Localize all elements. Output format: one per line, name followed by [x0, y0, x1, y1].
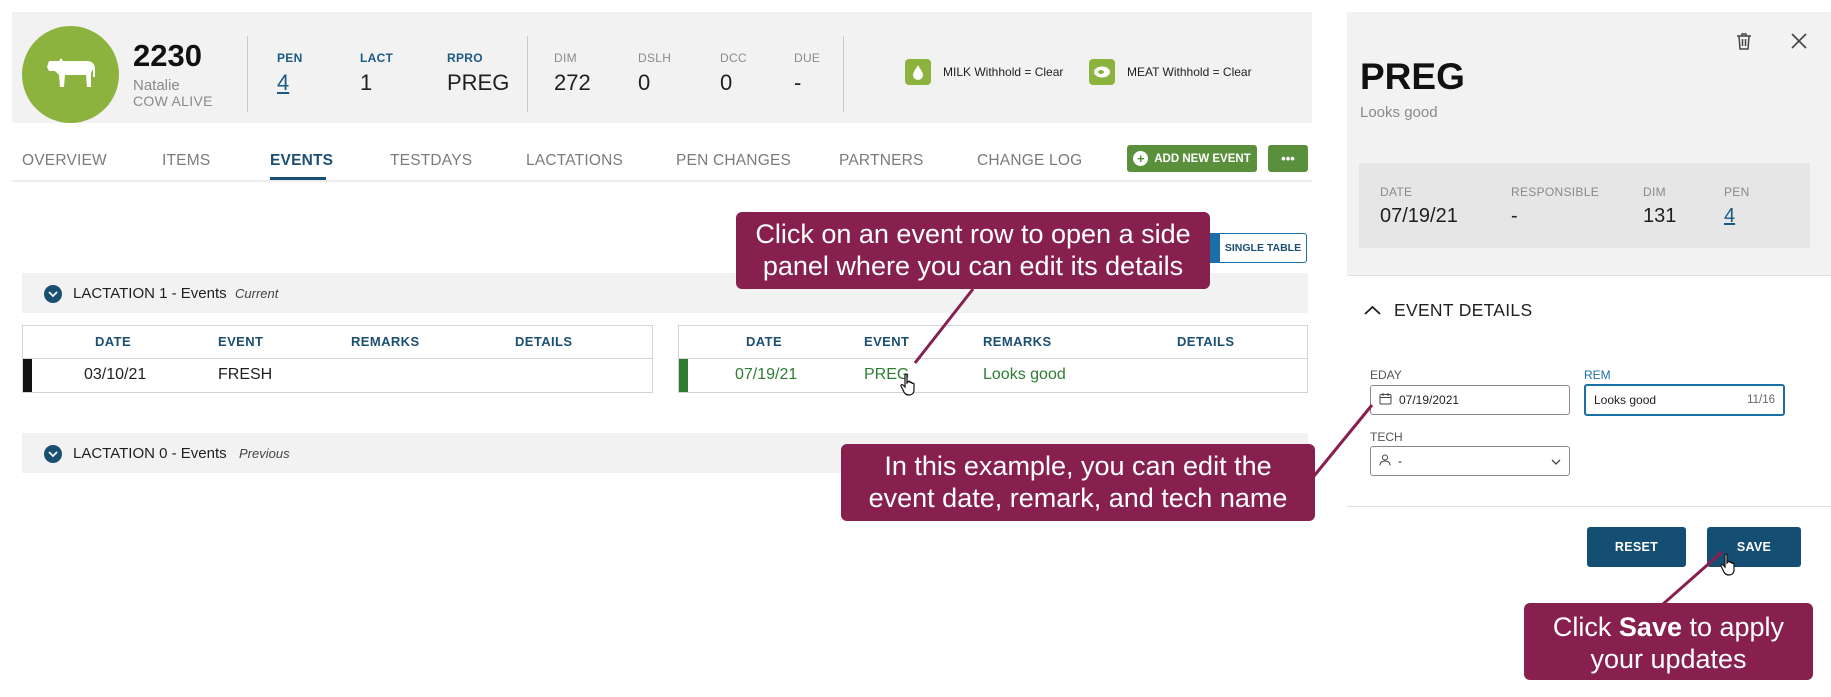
rem-char-counter: 11/16	[1747, 394, 1775, 406]
panel-responsible-label: RESPONSIBLE	[1511, 185, 1599, 199]
divider	[843, 36, 844, 112]
calendar-icon	[1379, 392, 1392, 408]
panel-divider	[1347, 275, 1831, 276]
callout-save: Click Save to apply your updates	[1524, 603, 1813, 680]
lactation-1-title: LACTATION 1 - Events	[73, 285, 227, 302]
panel-responsible-value: -	[1511, 205, 1518, 227]
eday-value: 07/19/2021	[1399, 393, 1460, 407]
column-header-date: DATE	[95, 334, 132, 349]
animal-name: Natalie	[133, 77, 180, 94]
panel-subtitle: Looks good	[1360, 104, 1438, 121]
stat-dim-label: DIM	[554, 51, 577, 65]
row-date: 03/10/21	[84, 366, 147, 383]
tech-label: TECH	[1370, 430, 1403, 444]
milk-withhold-status: MILK Withhold = Clear	[943, 65, 1064, 79]
column-header-event: EVENT	[218, 334, 264, 349]
animal-id: 2230	[133, 38, 202, 73]
panel-date-label: DATE	[1380, 185, 1413, 199]
column-header-remarks: REMARKS	[351, 334, 420, 349]
tabs-divider	[12, 180, 1312, 183]
panel-dim-value: 131	[1643, 205, 1677, 227]
close-icon[interactable]	[1790, 32, 1808, 55]
meat-withhold-status: MEAT Withhold = Clear	[1127, 65, 1252, 79]
column-header-details: DETAILS	[515, 334, 573, 349]
panel-date-value: 07/19/21	[1380, 205, 1458, 227]
stat-dslh-value: 0	[638, 70, 651, 95]
lactation-1-tag: Current	[235, 286, 279, 301]
column-header-event: EVENT	[864, 334, 910, 349]
panel-pen-value[interactable]: 4	[1724, 205, 1735, 228]
meat-icon	[1089, 59, 1115, 85]
panel-dim-label: DIM	[1643, 185, 1666, 199]
plus-icon: +	[1133, 151, 1149, 166]
stat-pen-label: PEN	[277, 51, 303, 65]
stat-dcc-value: 0	[720, 70, 733, 95]
stat-lact-label: LACT	[360, 51, 394, 65]
column-header-date: DATE	[746, 334, 783, 349]
stat-dslh-label: DSLH	[638, 51, 672, 65]
stat-pen-value[interactable]: 4	[277, 70, 289, 96]
stat-due-value: -	[794, 70, 802, 95]
eday-field[interactable]: 07/19/2021	[1370, 385, 1570, 415]
cow-avatar	[22, 26, 119, 123]
reset-button[interactable]: RESET	[1587, 527, 1686, 567]
eday-label: EDAY	[1370, 368, 1402, 382]
rem-field[interactable]: Looks good 11/16	[1584, 384, 1785, 416]
add-new-event-label: ADD NEW EVENT	[1154, 152, 1251, 165]
divider	[527, 36, 528, 112]
tab-change-log[interactable]: CHANGE LOG	[977, 152, 1082, 170]
tech-value: -	[1398, 454, 1402, 468]
callout-event-row: Click on an event row to open a side pan…	[736, 212, 1210, 289]
tab-partners[interactable]: PARTNERS	[839, 152, 924, 170]
event-details-title[interactable]: EVENT DETAILS	[1394, 300, 1532, 321]
chevron-up-icon[interactable]	[1364, 303, 1381, 321]
tab-testdays[interactable]: TESTDAYS	[390, 152, 472, 170]
callout-save-bold: Save	[1618, 612, 1682, 642]
rem-label: REM	[1584, 368, 1611, 382]
row-event: FRESH	[218, 366, 273, 383]
stat-dim-value: 272	[554, 70, 591, 95]
chevron-down-icon[interactable]	[44, 285, 62, 303]
stat-rpro-label: RPRO	[447, 51, 483, 65]
stat-lact-value: 1	[360, 70, 373, 95]
row-date: 07/19/21	[735, 366, 798, 383]
column-header-details: DETAILS	[1177, 334, 1235, 349]
animal-status: COW ALIVE	[133, 93, 213, 109]
tab-events[interactable]: EVENTS	[270, 152, 333, 170]
panel-pen-label: PEN	[1724, 185, 1750, 199]
lactation-0-title: LACTATION 0 - Events	[73, 445, 227, 462]
panel-title: PREG	[1360, 56, 1465, 97]
tab-items[interactable]: ITEMS	[162, 152, 210, 170]
trash-icon[interactable]	[1734, 31, 1754, 56]
rem-value: Looks good	[1594, 393, 1657, 407]
tech-select[interactable]: -	[1370, 446, 1570, 476]
tab-pen-changes[interactable]: PEN CHANGES	[676, 152, 791, 170]
chevron-down-icon	[1551, 454, 1561, 468]
divider	[247, 36, 248, 112]
single-table-toggle[interactable]: SINGLE TABLE	[1219, 233, 1307, 263]
hand-cursor-icon	[1720, 553, 1738, 582]
chevron-down-icon[interactable]	[44, 445, 62, 463]
row-status-bar	[23, 359, 32, 392]
milk-drop-icon	[905, 59, 931, 85]
row-remarks: Looks good	[983, 366, 1066, 383]
tab-overview[interactable]: OVERVIEW	[22, 152, 107, 170]
callout-save-pre: Click	[1552, 612, 1619, 642]
user-icon	[1379, 454, 1391, 469]
column-header-remarks: REMARKS	[983, 334, 1052, 349]
more-options-button[interactable]: •••	[1268, 145, 1308, 172]
stat-dcc-label: DCC	[720, 51, 747, 65]
panel-divider	[1347, 506, 1831, 507]
hand-cursor-icon	[900, 373, 918, 402]
callout-edit-example: In this example, you can edit the event …	[841, 444, 1315, 521]
add-new-event-button[interactable]: + ADD NEW EVENT	[1127, 145, 1257, 172]
stat-rpro-value: PREG	[447, 70, 510, 95]
tab-lactations[interactable]: LACTATIONS	[526, 152, 623, 170]
row-status-bar	[679, 359, 688, 392]
lactation-0-tag: Previous	[239, 446, 290, 461]
stat-due-label: DUE	[794, 51, 821, 65]
cow-icon	[43, 55, 99, 94]
